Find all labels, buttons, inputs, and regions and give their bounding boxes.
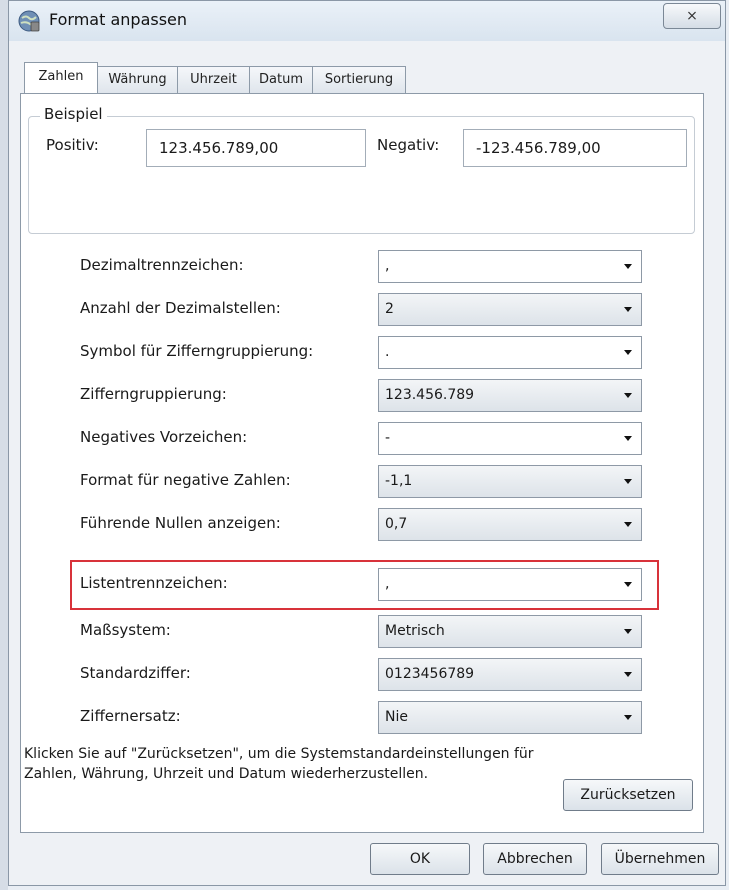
select-value: 2 bbox=[385, 301, 394, 317]
setting-label-negatives-vorzeichen: Negatives Vorzeichen: bbox=[80, 428, 248, 446]
select-value: - bbox=[385, 430, 391, 446]
tab-uhrzeit[interactable]: Uhrzeit bbox=[177, 66, 250, 93]
negative-label: Negativ: bbox=[377, 136, 440, 154]
select-value: -1,1 bbox=[385, 473, 413, 489]
window-title: Format anpassen bbox=[49, 10, 188, 29]
setting-label-masssystem: Maßsystem: bbox=[80, 621, 171, 639]
setting-label-listentrennzeichen: Listentrennzeichen: bbox=[80, 574, 228, 592]
gruppierungssymbol-select[interactable]: . bbox=[378, 336, 642, 369]
tab-label: Datum bbox=[259, 72, 303, 87]
chevron-down-icon bbox=[624, 393, 632, 398]
tab-datum[interactable]: Datum bbox=[249, 66, 313, 93]
cancel-button[interactable]: Abbrechen bbox=[483, 843, 587, 875]
reset-button[interactable]: Zurücksetzen bbox=[563, 779, 693, 811]
masssystem-select[interactable]: Metrisch bbox=[378, 615, 642, 648]
chevron-down-icon bbox=[624, 479, 632, 484]
listentrennzeichen-select[interactable]: , bbox=[378, 568, 642, 601]
select-value: 0,7 bbox=[385, 516, 408, 532]
select-value: 0123456789 bbox=[385, 666, 475, 682]
close-button[interactable]: ⨯ bbox=[663, 3, 721, 29]
setting-label-dezimalstellen: Anzahl der Dezimalstellen: bbox=[80, 299, 281, 317]
select-value: . bbox=[385, 344, 390, 360]
select-value: Nie bbox=[385, 709, 408, 725]
reset-info-text: Klicken Sie auf "Zurücksetzen", um die S… bbox=[24, 746, 534, 782]
close-icon: ⨯ bbox=[686, 8, 698, 24]
setting-label-negative-zahlen: Format für negative Zahlen: bbox=[80, 471, 291, 489]
setting-label-fuehrende-nullen: Führende Nullen anzeigen: bbox=[80, 514, 281, 532]
chevron-down-icon bbox=[624, 582, 632, 587]
ok-button[interactable]: OK bbox=[370, 843, 470, 875]
example-legend: Beispiel bbox=[40, 105, 107, 123]
select-value: , bbox=[385, 258, 390, 274]
chevron-down-icon bbox=[624, 307, 632, 312]
background-strip bbox=[0, 0, 8, 890]
select-value: , bbox=[385, 576, 390, 592]
tab-waehrung[interactable]: Währung bbox=[97, 66, 178, 93]
tab-label: Zahlen bbox=[38, 69, 84, 84]
chevron-down-icon bbox=[624, 672, 632, 677]
setting-label-dezimaltrennzeichen: Dezimaltrennzeichen: bbox=[80, 256, 244, 274]
tab-label: Währung bbox=[108, 72, 167, 87]
fuehrende-nullen-select[interactable]: 0,7 bbox=[378, 508, 642, 541]
chevron-down-icon bbox=[624, 715, 632, 720]
chevron-down-icon bbox=[624, 522, 632, 527]
standardziffer-select[interactable]: 0123456789 bbox=[378, 658, 642, 691]
setting-label-gruppierungssymbol: Symbol für Zifferngruppierung: bbox=[80, 342, 314, 360]
chevron-down-icon bbox=[624, 264, 632, 269]
setting-label-ziffernersatz: Ziffernersatz: bbox=[80, 707, 181, 725]
chevron-down-icon bbox=[624, 350, 632, 355]
tab-label: Sortierung bbox=[324, 72, 394, 87]
apply-button[interactable]: Übernehmen bbox=[601, 843, 719, 875]
dezimalstellen-select[interactable]: 2 bbox=[378, 293, 642, 326]
tab-sortierung[interactable]: Sortierung bbox=[312, 66, 406, 93]
negatives-vorzeichen-select[interactable]: - bbox=[378, 422, 642, 455]
tab-zahlen[interactable]: Zahlen bbox=[24, 62, 98, 93]
setting-label-standardziffer: Standardziffer: bbox=[80, 664, 191, 682]
select-value: 123.456.789 bbox=[385, 387, 475, 403]
negative-example-field: -123.456.789,00 bbox=[463, 129, 687, 167]
setting-label-zifferngruppierung: Zifferngruppierung: bbox=[80, 385, 227, 403]
tab-label: Uhrzeit bbox=[190, 72, 237, 87]
ziffernersatz-select[interactable]: Nie bbox=[378, 701, 642, 734]
positive-example-field: 123.456.789,00 bbox=[146, 129, 366, 167]
select-value: Metrisch bbox=[385, 623, 445, 639]
regional-settings-icon bbox=[18, 10, 40, 32]
chevron-down-icon bbox=[624, 436, 632, 441]
zifferngruppierung-select[interactable]: 123.456.789 bbox=[378, 379, 642, 412]
negative-zahlen-select[interactable]: -1,1 bbox=[378, 465, 642, 498]
dezimaltrennzeichen-select[interactable]: , bbox=[378, 250, 642, 283]
chevron-down-icon bbox=[624, 629, 632, 634]
title-bar[interactable]: Format anpassen ⨯ bbox=[9, 1, 725, 41]
positive-label: Positiv: bbox=[46, 136, 99, 154]
